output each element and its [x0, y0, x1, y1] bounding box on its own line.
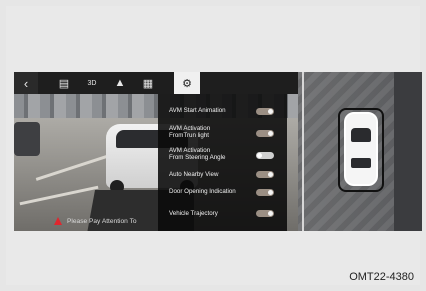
- setting-label: AVM Activation From Steering Angle: [169, 147, 226, 161]
- 3d-view-label: 3D: [87, 79, 97, 87]
- warning-text: Please Pay Attention To: [67, 217, 137, 225]
- ego-car-icon: [344, 112, 378, 186]
- camera-front-icon: ▤: [58, 77, 70, 90]
- setting-label: AVM Activation FromTrun light: [169, 125, 211, 139]
- lane-marking: [19, 185, 99, 206]
- parking-line: [302, 72, 304, 231]
- windshield: [351, 128, 371, 142]
- back-button[interactable]: ‹: [14, 72, 38, 94]
- side-view-button[interactable]: ▦: [134, 72, 162, 94]
- parked-car: [14, 122, 40, 156]
- avm-steering-angle-toggle[interactable]: [256, 152, 274, 159]
- avm-screen: ‹ ▤ 3D ▲ ▦ ⚙ AVM Start Animation AVM Act…: [14, 72, 422, 231]
- setting-label: Auto Nearby View: [169, 171, 219, 178]
- chevron-left-icon: ‹: [23, 75, 29, 91]
- setting-label: Door Opening Indication: [169, 188, 236, 195]
- setting-label: Vehicle Trajectory: [169, 210, 218, 217]
- warning-icon: [54, 217, 62, 225]
- adjacent-vehicle: [394, 72, 422, 231]
- avm-birdseye-view: [298, 72, 422, 231]
- figure-code: OMT22-4380: [349, 271, 414, 283]
- setting-label: AVM Start Animation: [169, 107, 226, 114]
- car-top-icon: ▲: [114, 77, 126, 89]
- 3d-view-button[interactable]: 3D: [78, 72, 106, 94]
- settings-gear-icon: ⚙: [182, 77, 192, 90]
- top-toolbar: ‹ ▤ 3D ▲ ▦ ⚙: [14, 72, 298, 94]
- avm-turn-light-toggle[interactable]: [256, 130, 274, 137]
- avm-start-animation-toggle[interactable]: [256, 108, 274, 115]
- car-side-icon: ▦: [142, 77, 154, 90]
- top-view-button[interactable]: ▲: [106, 72, 134, 94]
- front-camera-button[interactable]: ▤: [50, 72, 78, 94]
- warning-banner: Please Pay Attention To: [54, 214, 137, 228]
- rear-window: [351, 158, 371, 168]
- vehicle-trajectory-toggle[interactable]: [256, 210, 274, 217]
- auto-nearby-view-toggle[interactable]: [256, 171, 274, 178]
- settings-button[interactable]: ⚙: [174, 72, 200, 94]
- settings-panel: AVM Start Animation AVM Activation FromT…: [158, 94, 287, 231]
- door-opening-toggle[interactable]: [256, 189, 274, 196]
